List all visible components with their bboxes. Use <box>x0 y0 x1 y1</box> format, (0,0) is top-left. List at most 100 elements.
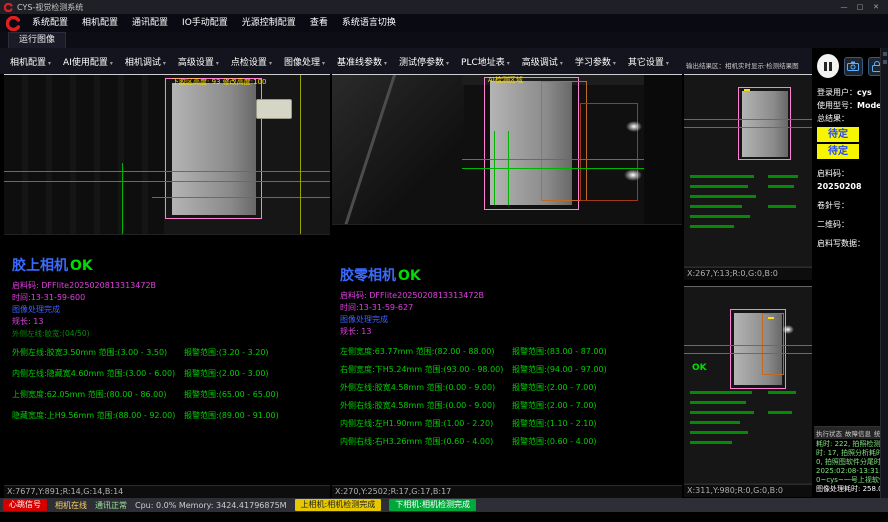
stats-tab[interactable]: 故障信息 <box>845 428 871 438</box>
window-title: CYS-视觉检测系统 <box>17 2 83 13</box>
maximize-button[interactable]: □ <box>852 3 868 11</box>
title-bar: CYS-视觉检测系统 — □ ✕ <box>0 0 888 14</box>
heartbeat-badge: 心跳信号 <box>3 499 47 511</box>
height-overlay-label: 下胶区高度: 93 修改高度:100 <box>172 77 266 87</box>
window-controls: — □ ✕ <box>836 3 884 11</box>
reel-number-label: 卷針号： <box>817 199 886 212</box>
toolbar-menu-label: PLC地址表 <box>461 58 505 68</box>
barcode-line: 启料码: DFFlite2025020813313472B <box>12 280 330 292</box>
total-result-label: 总结果： <box>817 112 886 125</box>
thumbnail-image-2[interactable]: OK <box>684 287 812 484</box>
menu-item[interactable]: 系统语言切换 <box>335 14 403 32</box>
upper-camera-status-badge: 上相机:相机检测完成 <box>295 499 382 511</box>
toolbar-menu-item[interactable]: 高级设置▾ <box>172 55 225 68</box>
toolbar-menu-item[interactable]: 相机配置▾ <box>4 55 57 68</box>
gripper-part <box>256 99 292 119</box>
qr-code-label: 二维码： <box>817 218 886 231</box>
alarm-range-text: 报警范围:(3.20 - 3.20) <box>184 347 269 358</box>
measurement-text: 外侧左线:胶宽3.50mm 范围:(3.00 - 3.50) <box>12 347 184 358</box>
reflection-highlight <box>782 325 794 334</box>
measurement-text: 外侧右线:胶宽4.58mm 范围:(0.00 - 9.00) <box>340 400 512 411</box>
menu-item[interactable]: 查看 <box>303 14 335 32</box>
thumbnail-image-1[interactable] <box>684 75 812 267</box>
tab-run-image[interactable]: 运行图像 <box>8 32 66 48</box>
dropdown-caret-icon: ▾ <box>384 60 387 67</box>
alarm-range-text: 报警范围:(2.00 - 7.00) <box>512 382 597 393</box>
overlay-text-line <box>690 175 754 178</box>
menu-item[interactable]: 相机配置 <box>75 14 125 32</box>
toolbar-menu-item[interactable]: 基准线参数▾ <box>331 55 393 68</box>
app-window: CYS-视觉检测系统 — □ ✕ 系统配置相机配置通讯配置IO手动配置光源控制配… <box>0 0 888 522</box>
length-line: 规长: 13 <box>340 326 682 338</box>
menu-item[interactable]: IO手动配置 <box>175 14 235 32</box>
toolbar-menu-label: AI使用配置 <box>63 58 108 68</box>
result-line: 胶零相机OK <box>340 265 682 285</box>
toolbar-menu-label: 测试停参数 <box>399 58 444 68</box>
upper-camera-image[interactable]: 下胶区高度: 93 修改高度:100 <box>4 75 330 235</box>
stats-panel: 执行状态故障信息统计信息 耗时: 222, 拍照检测耗时: 17, 拍照分析耗时… <box>814 426 888 498</box>
baseline-line <box>684 345 812 346</box>
toolbar-menu-item[interactable]: 学习参数▾ <box>569 55 622 68</box>
menu-item[interactable]: 通讯配置 <box>125 14 175 32</box>
close-button[interactable]: ✕ <box>868 3 884 11</box>
side-strip-handle[interactable] <box>880 48 888 498</box>
baseline-line <box>122 163 123 235</box>
alarm-range-text: 报警范围:(1.10 - 2.10) <box>512 418 597 429</box>
cursor-coordinate-readout: X:311,Y:980;R:0,G:0,B:0 <box>684 484 812 497</box>
result-line: 胶上相机OK <box>12 255 330 275</box>
result-thumbnail-1: X:267,Y:13;R:0,G:0,B:0 <box>684 74 812 280</box>
overlay-text-line <box>690 421 740 424</box>
stats-line: 时: 17, 拍照分析耗时: <box>816 449 886 458</box>
dropdown-caret-icon: ▾ <box>269 60 272 67</box>
strip-dot-icon <box>883 60 887 64</box>
toolbar-menu-item[interactable]: 相机调试▾ <box>119 55 172 68</box>
baseline-line <box>152 197 330 198</box>
stats-line: 0~cys~一号上视软件一 <box>816 476 886 485</box>
overlay-text-line <box>690 225 734 228</box>
result-pending-badge-2: 待定 <box>817 144 859 159</box>
baseline-line <box>4 181 330 182</box>
pause-icon <box>824 62 827 71</box>
measurement-row: 内侧左线:左H1.90mm 范围:(1.00 - 2.20) 报警范围:(1.1… <box>340 418 682 429</box>
camera-view-button[interactable] <box>844 57 863 76</box>
baseline-line <box>508 131 509 205</box>
toolbar-menu-item[interactable]: 点检设置▾ <box>225 55 278 68</box>
minimize-button[interactable]: — <box>836 3 852 11</box>
lower-camera-image[interactable]: AI检测区域 <box>332 75 682 225</box>
toolbar-menu-label: 相机调试 <box>125 58 161 68</box>
toolbar-menu-item[interactable]: 其它设置▾ <box>622 55 675 68</box>
measurement-row: 内侧左线:隐藏宽4.60mm 范围:(3.00 - 6.00) 报警范围:(2.… <box>12 368 330 379</box>
baseline-line <box>684 119 812 120</box>
batch-code-value: 20250208 <box>817 180 886 193</box>
menu-bar: 系统配置相机配置通讯配置IO手动配置光源控制配置查看系统语言切换 <box>0 14 888 32</box>
menu-item[interactable]: 光源控制配置 <box>235 14 303 32</box>
pause-button[interactable] <box>817 54 839 78</box>
result-status: OK <box>70 258 93 274</box>
toolbar-menu-label: 高级调试 <box>522 58 558 68</box>
process-done-line: 图像处理完成 <box>340 314 682 326</box>
overlay-mark <box>768 317 774 319</box>
toolbar-menu-item[interactable]: 图像处理▾ <box>278 55 331 68</box>
toolbar-menu-item[interactable]: 测试停参数▾ <box>393 55 455 68</box>
toolbar-menu-item[interactable]: PLC地址表▾ <box>455 55 516 68</box>
lower-camera-status-badge: 下相机:相机检测完成 <box>389 499 476 511</box>
batch-code-field: 启料码： <box>817 167 886 180</box>
result-pending-badge-1: 待定 <box>817 127 859 142</box>
toolbar-menu-item[interactable]: AI使用配置▾ <box>57 55 119 68</box>
dropdown-caret-icon: ▾ <box>110 60 113 67</box>
toolbar-menu-label: 相机配置 <box>10 58 46 68</box>
overlay-text-line <box>690 411 754 414</box>
time-line: 时间:13-31-59-600 <box>12 292 330 304</box>
menu-item[interactable]: 系统配置 <box>25 14 75 32</box>
login-user-field: 登录用户：cys <box>817 86 886 99</box>
login-user-label: 登录用户： <box>817 88 857 97</box>
measurement-row: 外侧左线:胶宽3.50mm 范围:(3.00 - 3.50) 报警范围:(3.2… <box>12 347 330 358</box>
toolbar-menu-item[interactable]: 高级调试▾ <box>516 55 569 68</box>
alarm-range-text: 报警范围:(0.60 - 4.00) <box>512 436 597 447</box>
stats-tab[interactable]: 执行状态 <box>816 428 842 438</box>
model-field: 使用型号：Mode11 <box>817 99 886 112</box>
camera-online-status: 相机在线 <box>55 500 87 511</box>
measurement-row: 内侧右线:右H3.26mm 范围:(0.60 - 4.00) 报警范围:(0.6… <box>340 436 682 447</box>
result-thumbnail-2: OK X:311,Y:980;R:0,G:0,B:0 <box>684 286 812 498</box>
alarm-range-text: 报警范围:(94.00 - 97.00) <box>512 364 607 375</box>
